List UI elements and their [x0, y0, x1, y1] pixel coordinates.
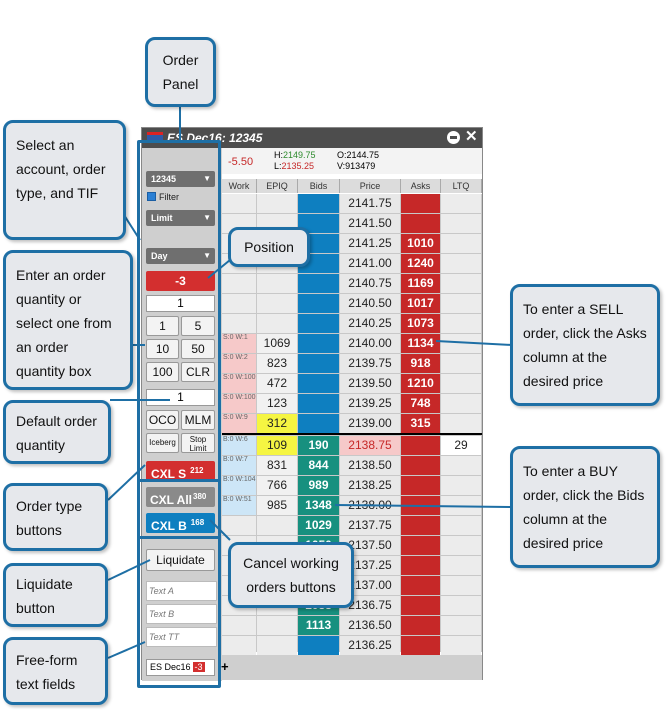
callout-liquidate: Liquidate button — [3, 563, 108, 627]
callout-cancel-orders: Cancel working orders buttons — [228, 542, 354, 608]
callout-order-type: Order type buttons — [3, 483, 108, 551]
callout-free-form: Free-form text fields — [3, 637, 108, 705]
callout-select-account: Select an account, order type, and TIF — [3, 120, 126, 240]
callout-enter-quantity: Enter an order quantity or select one fr… — [3, 250, 133, 390]
callout-order-panel: Order Panel — [145, 37, 216, 107]
callout-position: Position — [228, 227, 310, 267]
callout-buy: To enter a BUY order, click the Bids col… — [510, 446, 660, 568]
callout-default-quantity: Default order quantity — [3, 400, 111, 464]
callout-sell: To enter a SELL order, click the Asks co… — [510, 284, 660, 406]
